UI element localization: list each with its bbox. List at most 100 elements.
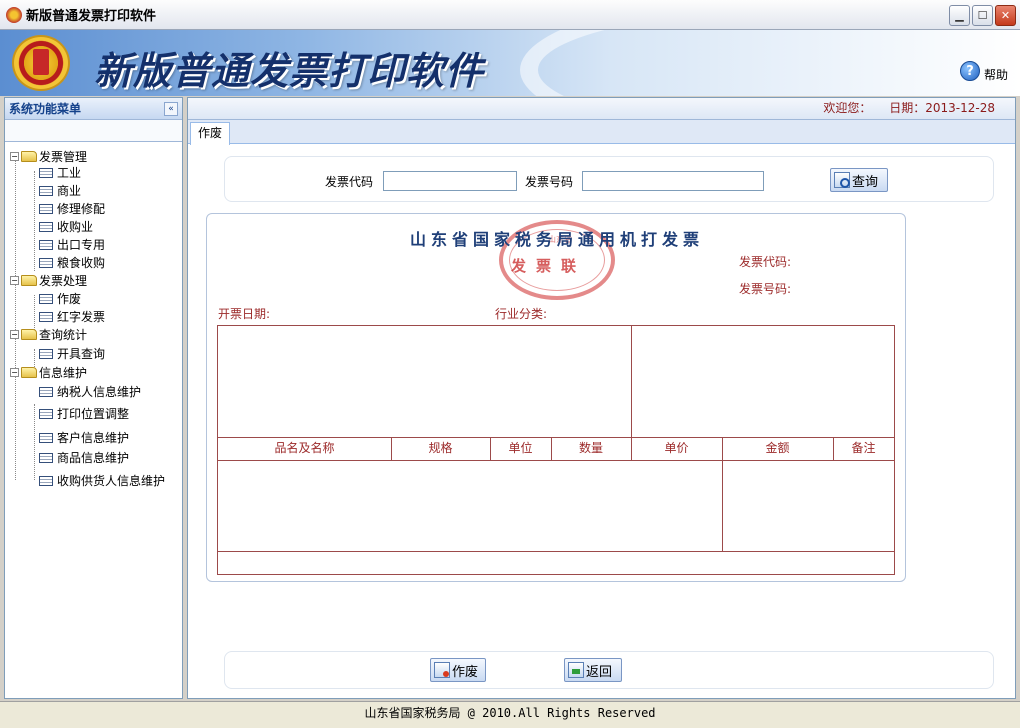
collapse-sidebar-button[interactable]: « bbox=[164, 101, 178, 116]
invoice-code-input[interactable] bbox=[383, 171, 517, 191]
sidebar-title: 系统功能菜单 bbox=[9, 102, 82, 116]
help-icon[interactable]: ? bbox=[959, 61, 980, 81]
tree-group-invoice-management[interactable]: − 发票管理 bbox=[10, 148, 87, 165]
tree-item-label[interactable]: 商品信息维护 bbox=[57, 449, 129, 466]
query-panel: 发票代码 发票号码 查询 bbox=[224, 156, 994, 202]
folder-open-icon bbox=[21, 329, 37, 340]
tree-item-industry[interactable]: 工业 bbox=[39, 164, 81, 181]
tax-emblem-logo bbox=[12, 35, 70, 91]
form-icon bbox=[39, 239, 53, 250]
sidebar-header: 系统功能菜单 « bbox=[5, 98, 182, 120]
collapse-toggle-icon[interactable]: − bbox=[10, 276, 19, 285]
tree-item-purchase[interactable]: 收购业 bbox=[39, 218, 93, 235]
column-header-item-name: 品名及名称 bbox=[274, 441, 335, 455]
tree-group-label[interactable]: 信息维护 bbox=[39, 364, 87, 381]
tree-item-taxpayer-info[interactable]: 纳税人信息维护 bbox=[39, 383, 141, 400]
search-button-label: 查询 bbox=[852, 174, 879, 190]
tree-item-product-info[interactable]: 商品信息维护 bbox=[39, 449, 129, 466]
invoice-grid: 品名及名称 规格 单位 数量 单价 金额 备注 bbox=[217, 325, 895, 575]
tree-item-label[interactable]: 客户信息维护 bbox=[57, 429, 129, 446]
collapse-toggle-icon[interactable]: − bbox=[10, 368, 19, 377]
tree-group-invoice-processing[interactable]: − 发票处理 bbox=[10, 272, 87, 289]
window-title: 新版普通发票打印软件 bbox=[26, 9, 157, 24]
tab-void[interactable]: 作废 bbox=[190, 122, 231, 145]
tree-item-label[interactable]: 收购业 bbox=[57, 218, 93, 235]
column-header-spec: 规格 bbox=[428, 441, 453, 455]
back-button-label: 返回 bbox=[586, 664, 613, 680]
minimize-button[interactable]: ▁ bbox=[949, 5, 970, 26]
form-icon bbox=[39, 432, 53, 443]
tree-group-label[interactable]: 发票处理 bbox=[39, 272, 87, 289]
help-label[interactable]: 帮助 bbox=[984, 66, 1008, 83]
tree-group-label[interactable]: 发票管理 bbox=[39, 148, 87, 165]
form-icon bbox=[39, 185, 53, 196]
tree-item-label[interactable]: 修理修配 bbox=[57, 200, 105, 217]
tree-item-label[interactable]: 作废 bbox=[57, 290, 81, 307]
form-icon bbox=[39, 203, 53, 214]
column-header-unit-price: 单价 bbox=[664, 441, 689, 455]
tree-item-repair[interactable]: 修理修配 bbox=[39, 200, 105, 217]
help-link[interactable]: ? 帮助 bbox=[959, 61, 1008, 83]
back-icon bbox=[568, 662, 584, 678]
tree-group-info-maintenance[interactable]: − 信息维护 bbox=[10, 364, 87, 381]
search-button[interactable]: 查询 bbox=[830, 168, 888, 192]
invoice-preview: 山东省 发票联 山东省国家税务局通用机打发票 发票代码: 发票号码: 开票日期:… bbox=[206, 213, 906, 582]
tree-item-label[interactable]: 收购供货人信息维护 bbox=[57, 472, 165, 489]
tree-item-label[interactable]: 商业 bbox=[57, 182, 81, 199]
tree-item-red-invoice[interactable]: 红字发票 bbox=[39, 308, 105, 325]
tree-item-label[interactable]: 纳税人信息维护 bbox=[57, 383, 141, 400]
invoice-code-field-label: 发票代码: bbox=[739, 255, 792, 269]
tree-item-void[interactable]: 作废 bbox=[39, 290, 81, 307]
form-icon bbox=[39, 408, 53, 419]
tree-item-label[interactable]: 工业 bbox=[57, 164, 81, 181]
tab-bar: 作废 bbox=[188, 120, 1015, 145]
action-panel: 作废 返回 bbox=[224, 651, 994, 689]
sidebar-strip bbox=[5, 120, 182, 142]
tree-item-label[interactable]: 粮食收购 bbox=[57, 254, 105, 271]
app-icon bbox=[6, 6, 22, 23]
tree-group-label[interactable]: 查询统计 bbox=[39, 326, 87, 343]
tree-item-supplier-info[interactable]: 收购供货人信息维护 bbox=[39, 472, 165, 489]
form-icon bbox=[39, 348, 53, 359]
invoice-number-field-label: 发票号码: bbox=[739, 282, 792, 296]
column-header-remarks: 备注 bbox=[851, 441, 876, 455]
industry-category-label: 行业分类: bbox=[495, 307, 548, 321]
tree-item-label[interactable]: 出口专用 bbox=[57, 236, 105, 253]
column-header-amount: 金额 bbox=[765, 441, 790, 455]
tree-item-label[interactable]: 开具查询 bbox=[57, 345, 105, 362]
maximize-button[interactable]: ☐ bbox=[972, 5, 993, 26]
footer-status-bar: 山东省国家税务局 @ 2010.All Rights Reserved bbox=[0, 701, 1020, 728]
column-header-unit: 单位 bbox=[508, 441, 533, 455]
form-icon bbox=[39, 475, 53, 486]
void-button[interactable]: 作废 bbox=[430, 658, 486, 682]
tree-group-query-statistics[interactable]: − 查询统计 bbox=[10, 326, 87, 343]
invoice-title: 山东省国家税务局通用机打发票 bbox=[409, 230, 704, 249]
tree-item-grain[interactable]: 粮食收购 bbox=[39, 254, 105, 271]
void-icon bbox=[434, 662, 450, 678]
tree-item-print-position[interactable]: 打印位置调整 bbox=[39, 405, 129, 422]
folder-open-icon bbox=[21, 275, 37, 286]
invoice-number-input[interactable] bbox=[582, 171, 764, 191]
issue-date-label: 开票日期: bbox=[218, 307, 271, 321]
current-date: 日期：2013-12-28 bbox=[889, 101, 995, 115]
form-icon bbox=[39, 311, 53, 322]
function-menu-panel: 系统功能菜单 « − 发票管理 工业 商业 修理修配 收购业 出口专用 粮食收购… bbox=[4, 97, 183, 699]
invoice-code-label: 发票代码 bbox=[325, 175, 374, 189]
folder-open-icon bbox=[21, 367, 37, 378]
tree-item-issue-query[interactable]: 开具查询 bbox=[39, 345, 105, 362]
form-icon bbox=[39, 293, 53, 304]
window-titlebar[interactable]: 新版普通发票打印软件 ▁ ☐ ✕ bbox=[0, 0, 1020, 30]
banner-title: 新版普通发票打印软件 bbox=[94, 48, 485, 93]
tree-item-customer-info[interactable]: 客户信息维护 bbox=[39, 429, 129, 446]
back-button[interactable]: 返回 bbox=[564, 658, 622, 682]
tree-item-label[interactable]: 打印位置调整 bbox=[57, 405, 129, 422]
tree-item-export[interactable]: 出口专用 bbox=[39, 236, 105, 253]
form-icon bbox=[39, 221, 53, 232]
banner-swoosh bbox=[520, 30, 1020, 96]
folder-open-icon bbox=[21, 151, 37, 162]
collapse-toggle-icon[interactable]: − bbox=[10, 152, 19, 161]
tree-item-commerce[interactable]: 商业 bbox=[39, 182, 81, 199]
collapse-toggle-icon[interactable]: − bbox=[10, 330, 19, 339]
tree-item-label[interactable]: 红字发票 bbox=[57, 308, 105, 325]
close-button[interactable]: ✕ bbox=[995, 5, 1016, 26]
